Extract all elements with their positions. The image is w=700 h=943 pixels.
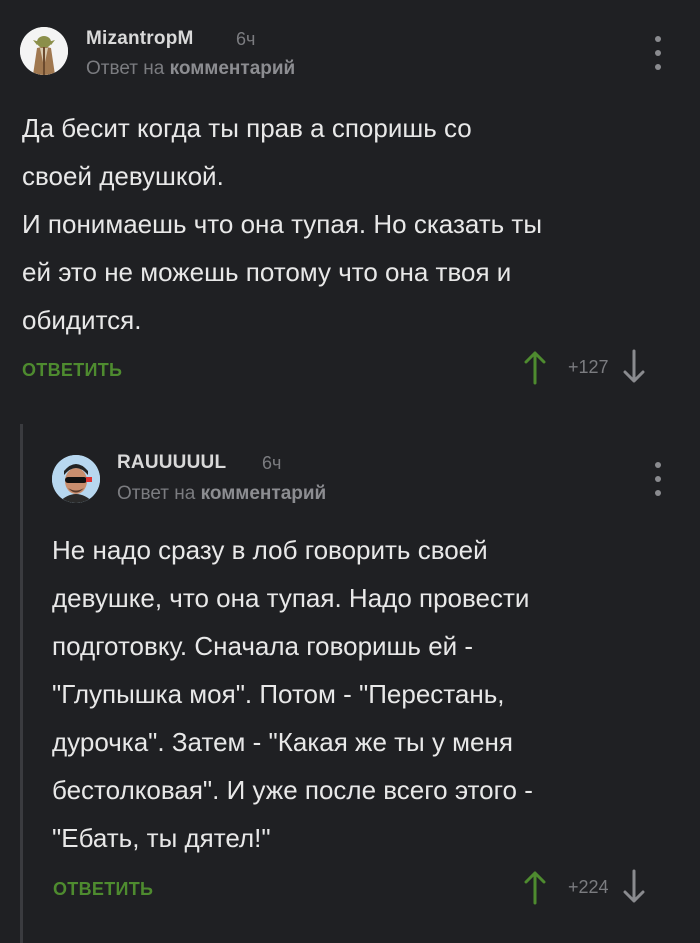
reply-to-info: Ответ на комментарий (86, 58, 295, 80)
reply-target-link[interactable]: комментарий (201, 483, 327, 504)
comment-author[interactable]: RAUUUUUL (117, 452, 226, 474)
reply-button[interactable]: ОТВЕТИТЬ (53, 879, 153, 900)
reply-target-link[interactable]: комментарий (170, 58, 296, 79)
comment-mizantropm: MizantropM 6ч Ответ на комментарий Да бе… (0, 0, 700, 400)
vote-controls: +127 (522, 349, 647, 385)
reply-prefix: Ответ на (86, 58, 165, 79)
more-vertical-icon[interactable] (652, 462, 664, 496)
reply-button[interactable]: ОТВЕТИТЬ (22, 360, 122, 381)
vote-score: +127 (568, 357, 609, 377)
comment-time: 6ч (236, 29, 256, 49)
reply-prefix: Ответ на (117, 483, 196, 504)
avatar[interactable] (52, 455, 100, 503)
arrow-down-icon[interactable] (621, 869, 647, 905)
arrow-down-icon[interactable] (621, 349, 647, 385)
comments-page: MizantropM 6ч Ответ на комментарий Да бе… (0, 0, 700, 943)
comment-text: Да бесит когда ты прав а споришь со свое… (22, 113, 543, 335)
more-vertical-icon[interactable] (652, 36, 664, 70)
comment-rauuuuul: RAUUUUUL 6ч Ответ на комментарий Не надо… (20, 420, 700, 943)
comment-time: 6ч (262, 453, 282, 473)
arrow-up-icon[interactable] (522, 349, 548, 385)
vote-controls: +224 (522, 869, 647, 905)
vote-score: +224 (568, 877, 609, 897)
arrow-up-icon[interactable] (522, 869, 548, 905)
comment-author[interactable]: MizantropM (86, 28, 194, 50)
reply-to-info: Ответ на комментарий (117, 483, 326, 505)
comment-text: Не надо сразу в лоб говорить своей девуш… (52, 535, 533, 853)
avatar[interactable] (20, 27, 68, 75)
